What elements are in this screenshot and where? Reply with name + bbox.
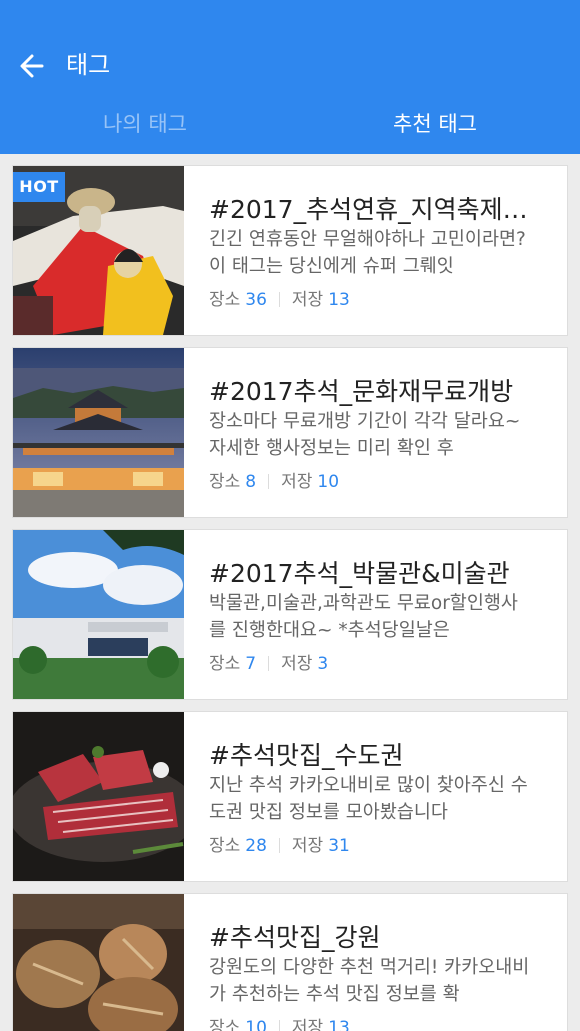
places-count: 8 xyxy=(245,472,257,492)
divider xyxy=(278,292,280,307)
card-title: #추석맛집_수도권 xyxy=(209,741,404,770)
saves-count: 10 xyxy=(317,472,340,492)
places-label: 장소 xyxy=(209,1018,241,1031)
card-title: #2017추석_박물관&미술관 xyxy=(209,559,510,588)
saves-count: 3 xyxy=(317,654,329,674)
places-count: 28 xyxy=(245,836,267,856)
divider xyxy=(268,656,270,671)
saves-label: 저장 xyxy=(281,654,313,674)
bread-photo xyxy=(13,894,184,1031)
tag-card[interactable]: #2017추석_박물관&미술관 박물관,미술관,과학관도 무료or할인행사를 진… xyxy=(12,529,568,700)
saves-label: 저장 xyxy=(291,836,324,856)
places-label: 장소 xyxy=(209,654,241,674)
card-stats: 장소 8 저장 10 xyxy=(209,470,339,494)
card-title: #추석맛집_강원 xyxy=(209,923,381,952)
places-count: 10 xyxy=(245,1018,267,1031)
back-button[interactable] xyxy=(14,48,50,84)
places-label: 장소 xyxy=(209,472,241,492)
saves-label: 저장 xyxy=(291,290,324,310)
divider xyxy=(278,838,280,853)
card-stats: 장소 28 저장 31 xyxy=(209,834,350,858)
card-description: 장소마다 무료개방 기간이 각각 달라요~ 자세한 행사정보는 미리 확인 후 xyxy=(209,411,521,459)
mask-dance-festival-photo: HOT xyxy=(13,166,184,335)
card-stats: 장소 7 저장 3 xyxy=(209,652,328,676)
hot-badge: HOT xyxy=(13,172,65,202)
divider xyxy=(278,1020,280,1031)
card-description: 긴긴 연휴동안 무얼해야하나 고민이라면? 이 태그는 당신에게 슈퍼 그뤠잇 xyxy=(209,229,526,277)
card-title: #2017_추석연휴_지역축제모음 xyxy=(209,195,537,224)
saves-label: 저장 xyxy=(281,472,313,492)
tag-card[interactable]: #추석맛집_수도권 지난 추석 카카오내비로 많이 찾아주신 수도권 맛집 정보… xyxy=(12,711,568,882)
saves-count: 13 xyxy=(328,290,350,310)
card-stats: 장소 10 저장 13 xyxy=(209,1016,350,1031)
places-label: 장소 xyxy=(209,290,241,310)
tag-card[interactable]: #추석맛집_강원 강원도의 다양한 추천 먹거리! 카카오내비가 추천하는 추석… xyxy=(12,893,568,1031)
tag-card[interactable]: HOT #2017_추석연휴_지역축제모음 긴긴 연휴동안 무얼해야하나 고민이… xyxy=(12,165,568,336)
tab-recommended-tags[interactable]: 추천 태그 xyxy=(290,106,580,146)
page-title: 태그 xyxy=(66,51,111,79)
saves-label: 저장 xyxy=(291,1018,324,1031)
card-title: #2017추석_문화재무료개방 xyxy=(209,377,514,406)
saves-count: 31 xyxy=(328,836,350,856)
divider xyxy=(268,474,270,489)
beef-plate-photo xyxy=(13,712,184,881)
museum-building-photo xyxy=(13,530,184,699)
card-description: 지난 추석 카카오내비로 많이 찾아주신 수도권 맛집 정보를 모아봤습니다 xyxy=(209,775,528,823)
arrow-left-icon xyxy=(20,54,44,78)
card-stats: 장소 36 저장 13 xyxy=(209,288,350,312)
tag-card[interactable]: #2017추석_문화재무료개방 장소마다 무료개방 기간이 각각 달라요~ 자세… xyxy=(12,347,568,518)
card-description: 박물관,미술관,과학관도 무료or할인행사를 진행한대요~ *추석당일날은 xyxy=(209,593,518,641)
card-description: 강원도의 다양한 추천 먹거리! 카카오내비가 추천하는 추석 맛집 정보를 확 xyxy=(209,957,530,1005)
places-count: 36 xyxy=(245,290,267,310)
palace-night-photo xyxy=(13,348,184,517)
active-tab-indicator xyxy=(290,150,580,154)
app-bar: 태그 나의 태그 추천 태그 xyxy=(0,0,580,154)
places-count: 7 xyxy=(245,654,257,674)
saves-count: 13 xyxy=(328,1018,350,1031)
places-label: 장소 xyxy=(209,836,241,856)
tab-my-tags[interactable]: 나의 태그 xyxy=(0,106,290,146)
